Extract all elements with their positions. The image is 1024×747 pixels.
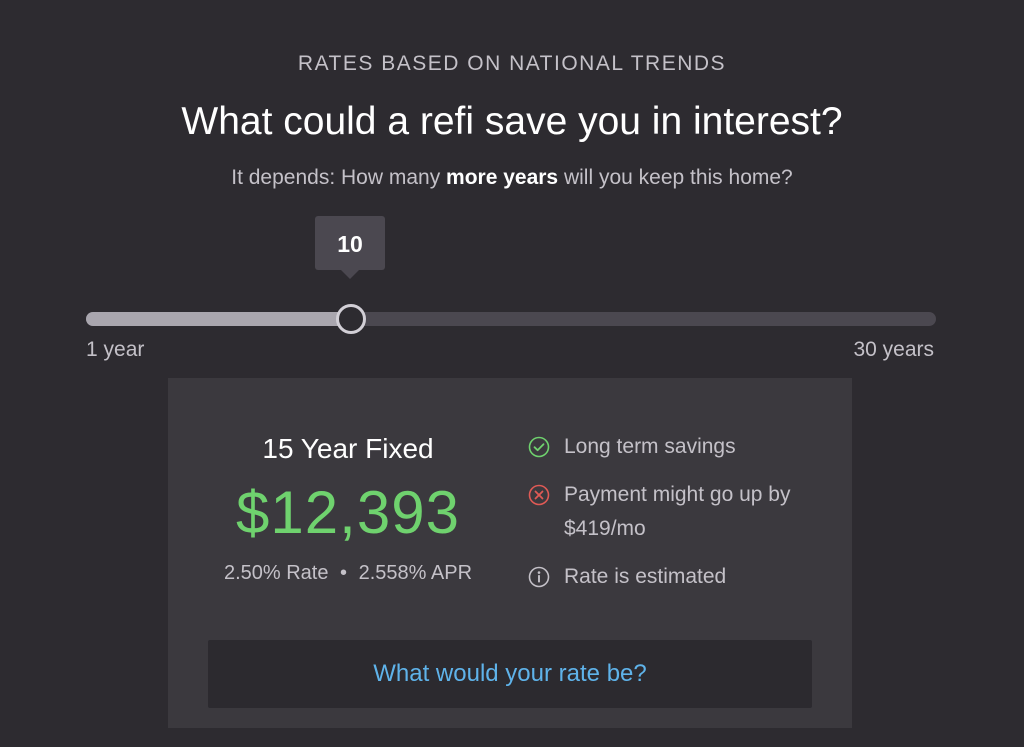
slider-max-label: 30 years	[853, 338, 934, 361]
slider-handle[interactable]	[336, 304, 366, 334]
feature-label: Rate is estimated	[564, 565, 727, 588]
rate-summary: 2.50% Rate • 2.558% APR	[168, 562, 528, 585]
slider-value-tooltip: 10	[315, 216, 385, 279]
x-circle-icon	[528, 484, 550, 506]
savings-card: 15 Year Fixed $12,393 2.50% Rate • 2.558…	[168, 378, 852, 728]
info-circle-icon	[528, 566, 550, 588]
feature-label: Payment might go up by $419/mo	[564, 483, 791, 540]
slider-fill	[86, 312, 350, 326]
page-title: What could a refi save you in interest?	[181, 100, 843, 143]
subtitle-suffix: will you keep this home?	[558, 166, 793, 189]
feature-payment-increase: Payment might go up by $419/mo	[528, 478, 828, 546]
feature-list: Long term savings Payment might go up by…	[528, 430, 828, 608]
rates-eyebrow: RATES BASED ON NATIONAL TRENDS	[297, 52, 727, 75]
page-subtitle: It depends: How many more years will you…	[0, 166, 1024, 190]
subtitle-prefix: It depends: How many	[231, 166, 447, 189]
get-your-rate-button[interactable]: What would your rate be?	[208, 640, 812, 708]
slider-min-label: 1 year	[86, 338, 145, 361]
check-circle-icon	[528, 436, 550, 458]
refi-savings-widget: RATES BASED ON NATIONAL TRENDS What coul…	[0, 0, 1024, 747]
rate-value: 2.50% Rate	[223, 562, 329, 584]
subtitle-emphasis: more years	[446, 166, 559, 189]
savings-amount: $12,393	[236, 479, 460, 546]
feature-long-term-savings: Long term savings	[528, 430, 828, 464]
years-slider[interactable]	[86, 296, 936, 344]
rate-separator: •	[340, 562, 348, 584]
loan-product-title: 15 Year Fixed	[262, 433, 434, 464]
feature-label: Long term savings	[564, 435, 736, 458]
apr-value: 2.558% APR	[358, 562, 473, 584]
feature-rate-estimated: Rate is estimated	[528, 560, 828, 594]
